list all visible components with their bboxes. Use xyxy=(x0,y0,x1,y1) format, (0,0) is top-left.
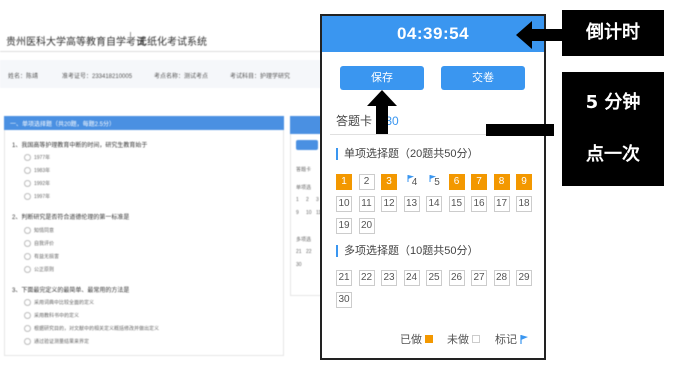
question-cell-17[interactable]: 17 xyxy=(493,196,510,212)
side-button[interactable] xyxy=(296,140,318,150)
exam-header-title: 贵州医科大学高等教育自学考试 xyxy=(6,37,146,48)
side-cell[interactable]: 21 xyxy=(296,249,302,255)
question-cell-5[interactable]: 5 xyxy=(426,174,442,190)
callout-countdown: 倒计时 xyxy=(562,10,664,56)
legend-done-label: 已做 xyxy=(400,334,422,346)
question-cell-22[interactable]: 22 xyxy=(358,270,375,286)
question-1[interactable]: 1、我国高等护理教育中断的时间，研究生教育始于 xyxy=(12,140,147,149)
question-cell-25[interactable]: 25 xyxy=(426,270,442,286)
option[interactable]: 根据研究目的，对文献中的相关定义概括修改并做出定义 xyxy=(24,325,159,332)
arrow-up-icon xyxy=(367,90,397,134)
option[interactable]: 1983年 xyxy=(24,167,50,174)
side-cell[interactable]: 3 xyxy=(316,197,319,203)
option[interactable]: 1977年 xyxy=(24,154,50,161)
side-cell[interactable]: 10 xyxy=(306,210,312,216)
option[interactable]: 通过验证测量结果来界定 xyxy=(24,338,89,345)
question-cell-24[interactable]: 24 xyxy=(403,270,420,286)
question-cell-29[interactable]: 29 xyxy=(516,270,532,286)
option[interactable]: 1997年 xyxy=(24,193,50,200)
callout-interval-line2: 点一次 xyxy=(586,144,640,165)
question-cell-21[interactable]: 21 xyxy=(336,270,352,286)
side-cell[interactable]: 30 xyxy=(296,262,302,268)
candidate-ticket: 准考证号：233418210005 xyxy=(62,74,133,80)
question-cell-4[interactable]: 4 xyxy=(403,174,420,190)
question-cell-19[interactable]: 19 xyxy=(336,218,352,234)
option[interactable]: 1992年 xyxy=(24,180,50,187)
option[interactable]: 公正原则 xyxy=(24,266,54,273)
cell-number: 5 xyxy=(434,177,440,188)
cell-number: 4 xyxy=(411,177,418,188)
question-cell-1[interactable]: 1 xyxy=(336,174,352,190)
question-cell-9[interactable]: 9 xyxy=(516,174,532,190)
exam-header-subtitle: 无纸化考试系统 xyxy=(137,37,207,48)
multi-choice-title: 多项选择题（10题共50分） xyxy=(336,245,478,257)
side-cell[interactable]: 9 xyxy=(296,210,299,216)
countdown-timer: 04:39:54 xyxy=(322,16,544,52)
arrow-left-icon xyxy=(516,21,562,49)
question-2[interactable]: 2、判断研究是否符合道德伦理的第一标准是 xyxy=(12,212,129,221)
question-3[interactable]: 3、下面最完定义的最简单、最常用的方法是 xyxy=(12,285,129,294)
question-cell-27[interactable]: 27 xyxy=(471,270,487,286)
question-section-bar: 一、单项选择题（共20题，每题2.5分） xyxy=(4,116,284,130)
candidate-name: 姓名：陈靖 xyxy=(8,74,39,80)
exam-subject: 考试科目：护理学研究 xyxy=(230,74,291,80)
question-cell-13[interactable]: 13 xyxy=(403,196,420,212)
question-cell-26[interactable]: 26 xyxy=(448,270,465,286)
question-cell-15[interactable]: 15 xyxy=(448,196,465,212)
side-cell[interactable]: 22 xyxy=(306,249,312,255)
question-cell-14[interactable]: 14 xyxy=(426,196,442,212)
legend-done-swatch xyxy=(425,335,433,343)
question-cell-23[interactable]: 23 xyxy=(381,270,397,286)
exam-header: 贵州医科大学高等教育自学考试 无纸化考试系统 xyxy=(0,24,330,52)
option[interactable]: 有益无损害 xyxy=(24,253,59,260)
option[interactable]: 自我评价 xyxy=(24,240,54,247)
legend-flag-label: 标记 xyxy=(495,334,517,346)
side-sheet-label: 答题卡 xyxy=(296,167,312,173)
question-cell-10[interactable]: 10 xyxy=(336,196,352,212)
question-cell-28[interactable]: 28 xyxy=(493,270,510,286)
exam-site: 考点名称：测试考点 xyxy=(154,74,209,80)
question-cell-6[interactable]: 6 xyxy=(448,174,465,190)
legend-undone-swatch xyxy=(472,335,480,343)
candidate-info-bar: 姓名：陈靖 准考证号：233418210005 考点名称：测试考点 考试科目：护… xyxy=(0,60,330,88)
question-cell-16[interactable]: 16 xyxy=(471,196,487,212)
side-cell[interactable]: 1 xyxy=(296,197,299,203)
callout-interval: 5 分钟 点一次 xyxy=(562,72,664,186)
answer-sheet-panel: 04:39:54 保存 交卷 答题卡 /30 单项选择题（20题共50分） 多项… xyxy=(320,14,546,360)
question-cell-3[interactable]: 3 xyxy=(381,174,397,190)
option[interactable]: 采用教科书中的定义 xyxy=(24,312,79,319)
save-button[interactable]: 保存 xyxy=(340,66,424,90)
side-cell[interactable]: 2 xyxy=(306,197,309,203)
question-cell-2[interactable]: 2 xyxy=(358,174,375,190)
header-separator xyxy=(130,32,131,44)
question-cell-20[interactable]: 20 xyxy=(358,218,375,234)
option[interactable]: 采用词典中比较全面的定义 xyxy=(24,299,94,306)
callout-interval-line1: 5 分钟 xyxy=(585,92,641,113)
question-cell-12[interactable]: 12 xyxy=(381,196,397,212)
question-cell-11[interactable]: 11 xyxy=(358,196,375,212)
question-cell-7[interactable]: 7 xyxy=(471,174,487,190)
submit-button[interactable]: 交卷 xyxy=(441,66,525,90)
legend-undone-label: 未做 xyxy=(447,334,469,346)
question-area xyxy=(4,116,284,356)
flag-icon xyxy=(520,335,528,344)
side-sheet-section: 单项选 xyxy=(296,185,312,191)
single-choice-title: 单项选择题（20题共50分） xyxy=(336,148,478,160)
question-cell-30[interactable]: 30 xyxy=(336,292,352,308)
pointer-line xyxy=(486,124,554,136)
option[interactable]: 知情同意 xyxy=(24,227,54,234)
question-cell-8[interactable]: 8 xyxy=(493,174,510,190)
side-sheet-section: 多项选 xyxy=(296,237,312,243)
question-cell-18[interactable]: 18 xyxy=(516,196,532,212)
